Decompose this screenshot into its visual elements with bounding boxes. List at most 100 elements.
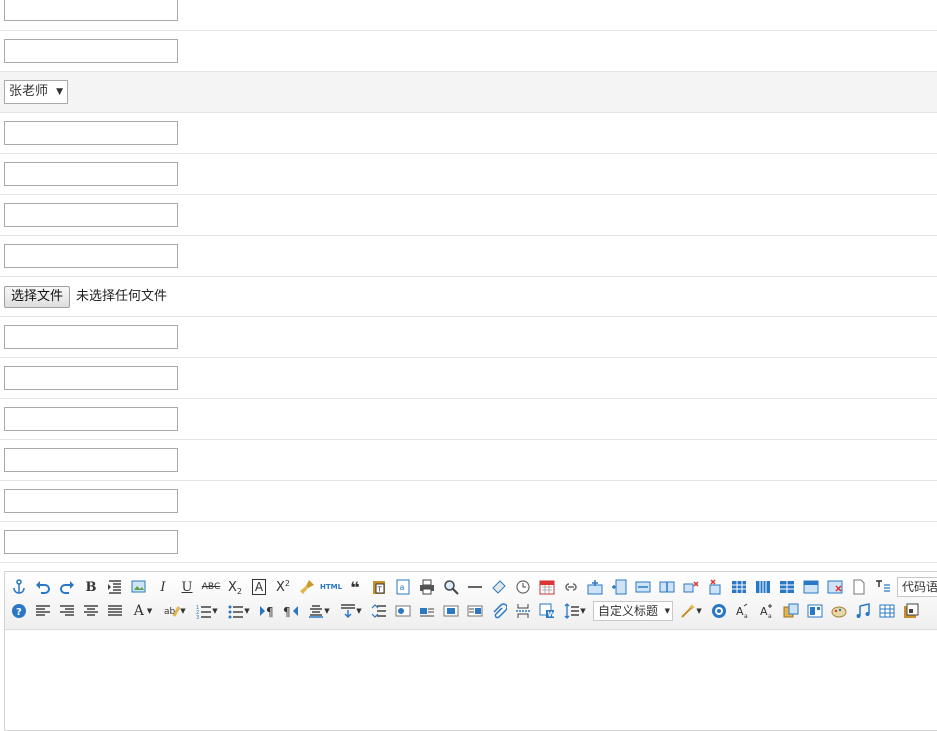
char-icon[interactable]: Aa — [733, 601, 753, 621]
rtl-icon[interactable]: ¶ — [281, 601, 301, 621]
word-count-icon[interactable]: a — [393, 577, 413, 597]
word-image-icon[interactable]: W — [537, 601, 557, 621]
text-field-11[interactable] — [4, 489, 178, 513]
table-delete-icon[interactable] — [825, 577, 845, 597]
subscript-icon[interactable]: X2 — [225, 577, 245, 597]
form-row-10 — [0, 440, 937, 481]
chart-icon[interactable] — [877, 601, 897, 621]
text-field-7[interactable] — [4, 325, 178, 349]
text-direction-icon[interactable] — [873, 577, 893, 597]
form-row-file: 选择文件 未选择任何文件 — [0, 277, 937, 317]
split-cells-icon[interactable] — [657, 577, 677, 597]
text-field-3[interactable] — [4, 121, 178, 145]
ordered-list-icon[interactable]: 1 2 3 ▼ — [193, 601, 221, 621]
picture-edit-icon[interactable] — [129, 577, 149, 597]
link-icon[interactable] — [561, 577, 581, 597]
svg-text:A: A — [760, 605, 768, 618]
html-icon[interactable]: HTML — [320, 577, 342, 597]
help-icon[interactable]: ? — [9, 601, 29, 621]
svg-text:a: a — [744, 613, 748, 619]
text-field-1[interactable] — [4, 0, 178, 21]
code-language-dropdown[interactable]: 代码语 — [897, 577, 937, 597]
music-icon[interactable] — [853, 601, 873, 621]
redo-icon[interactable] — [57, 577, 77, 597]
text-field-9[interactable] — [4, 407, 178, 431]
text-field-8[interactable] — [4, 366, 178, 390]
strikethrough-icon[interactable]: ABC — [201, 577, 221, 597]
indent-icon[interactable] — [105, 577, 125, 597]
image-none-icon[interactable] — [417, 601, 437, 621]
text-field-2[interactable] — [4, 39, 178, 63]
line-height-icon[interactable]: ▼ — [561, 601, 589, 621]
text-field-5[interactable] — [4, 203, 178, 227]
editor-content-area[interactable] — [5, 630, 937, 730]
print-icon[interactable] — [417, 577, 437, 597]
svg-text:¶: ¶ — [283, 605, 291, 619]
anchor-icon[interactable] — [9, 577, 29, 597]
snapscreen-icon[interactable] — [901, 601, 921, 621]
line-spacing-icon[interactable]: ▼ — [305, 601, 333, 621]
toolbar-row-1: B I U ABC X2 A X2 HTML ❝ T a 代码语 — [9, 576, 937, 598]
horizontal-rule-icon[interactable] — [465, 577, 485, 597]
date-icon[interactable] — [537, 577, 557, 597]
border-text-icon[interactable]: A — [249, 577, 269, 597]
ltr-icon[interactable]: ¶ — [257, 601, 277, 621]
template-icon[interactable] — [805, 601, 825, 621]
italic-icon[interactable]: I — [153, 577, 173, 597]
paragraph-format-dropdown[interactable]: 自定义标题 ▼ — [593, 601, 674, 621]
underline-icon[interactable]: U — [177, 577, 197, 597]
text-field-12[interactable] — [4, 530, 178, 554]
table-cols-icon[interactable] — [777, 577, 797, 597]
font-color-icon[interactable]: A ▼ — [129, 601, 157, 621]
form-row-9 — [0, 399, 937, 440]
delete-row-icon[interactable] — [705, 577, 725, 597]
dropdown-arrow-icon: ▼ — [664, 607, 671, 615]
form-row-7 — [0, 317, 937, 358]
image-right-icon[interactable] — [465, 601, 485, 621]
table-insert-icon[interactable] — [585, 577, 605, 597]
bold-icon[interactable]: B — [81, 577, 101, 597]
insert-col-icon[interactable] — [609, 577, 629, 597]
svg-text:?: ? — [16, 607, 22, 618]
preview-icon[interactable] — [441, 577, 461, 597]
highlight-icon[interactable]: ab ▼ — [161, 601, 189, 621]
teacher-select-value: 张老师 — [9, 84, 49, 99]
table-grid-icon[interactable] — [753, 577, 773, 597]
text-field-4[interactable] — [4, 162, 178, 186]
eraser-icon[interactable] — [489, 577, 509, 597]
time-icon[interactable] — [513, 577, 533, 597]
justify-icon[interactable] — [105, 601, 125, 621]
emoticon-icon[interactable] — [709, 601, 729, 621]
delete-col-icon[interactable] — [681, 577, 701, 597]
svg-text:A: A — [736, 605, 744, 618]
image-left-icon[interactable] — [393, 601, 413, 621]
text-field-6[interactable] — [4, 244, 178, 268]
text-field-10[interactable] — [4, 448, 178, 472]
form-row-8 — [0, 358, 937, 399]
row-spacing-icon[interactable] — [369, 601, 389, 621]
table-props-icon[interactable] — [801, 577, 821, 597]
align-left-icon[interactable] — [33, 601, 53, 621]
form-row-6 — [0, 236, 937, 277]
align-right-icon[interactable] — [57, 601, 77, 621]
superscript-icon[interactable]: X2 — [273, 577, 293, 597]
choose-file-button[interactable]: 选择文件 — [4, 286, 71, 308]
undo-icon[interactable] — [33, 577, 53, 597]
merge-cells-icon[interactable] — [633, 577, 653, 597]
quote-icon[interactable]: ❝ — [345, 577, 365, 597]
unordered-list-icon[interactable]: ▼ — [225, 601, 253, 621]
background-icon[interactable] — [829, 601, 849, 621]
image-center-icon[interactable] — [441, 601, 461, 621]
magic-wand-icon[interactable]: ▼ — [677, 601, 705, 621]
page-break-icon[interactable] — [513, 601, 533, 621]
new-page-icon[interactable] — [849, 577, 869, 597]
paragraph-spacing-icon[interactable]: ▼ — [337, 601, 365, 621]
font-size-icon[interactable]: Aa — [757, 601, 777, 621]
teacher-select[interactable]: 张老师 ▼ — [4, 80, 68, 104]
align-center-icon[interactable] — [81, 601, 101, 621]
rich-media-icon[interactable] — [781, 601, 801, 621]
paste-plain-icon[interactable]: T — [369, 577, 389, 597]
table-icon[interactable] — [729, 577, 749, 597]
attachment-icon[interactable] — [489, 601, 509, 621]
format-brush-icon[interactable] — [297, 577, 317, 597]
